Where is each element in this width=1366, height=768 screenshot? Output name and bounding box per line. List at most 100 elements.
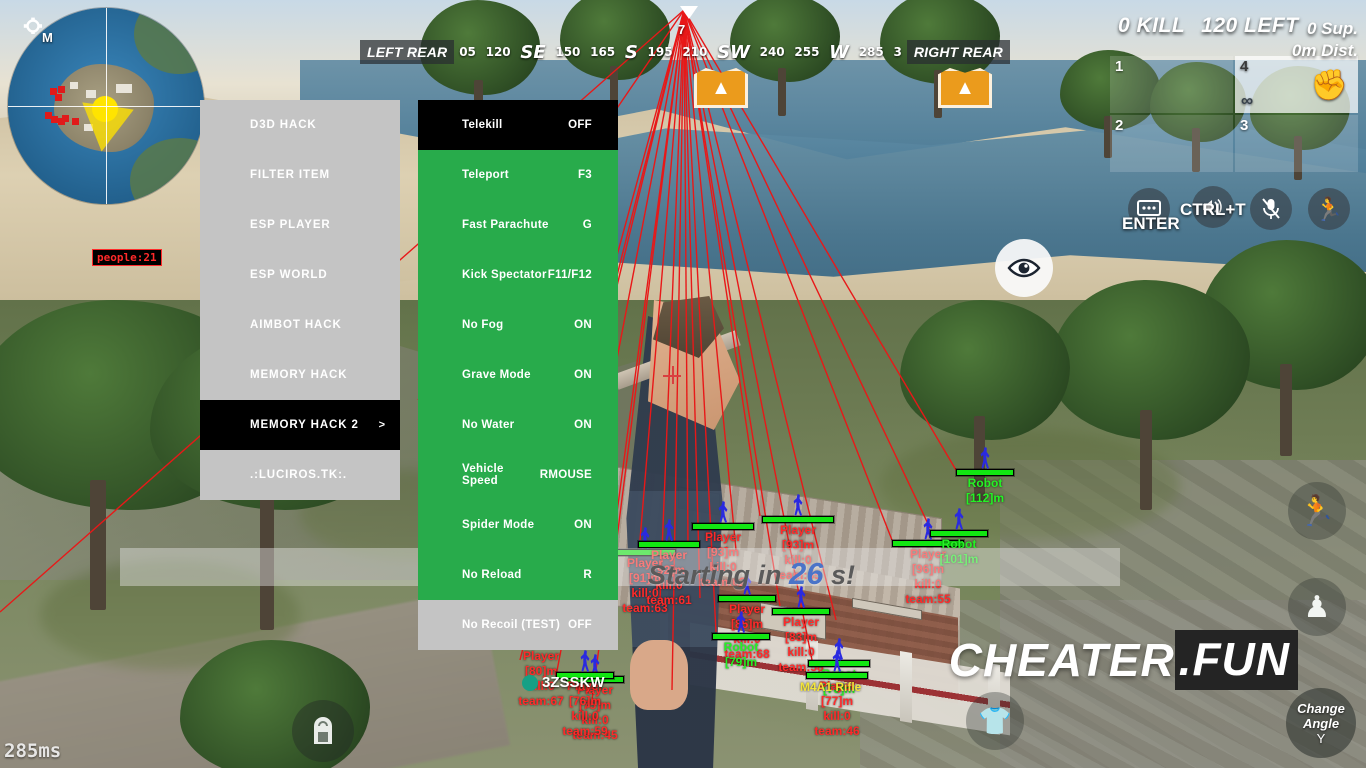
option-value: ON — [574, 419, 592, 431]
inventory-slot-3[interactable]: 3 — [1235, 115, 1358, 172]
compass-tick-se: SE — [520, 41, 546, 63]
menu-item-label: FILTER ITEM — [250, 169, 330, 181]
compass-tick-255: 255 — [794, 45, 820, 59]
option-label: Vehicle Speed — [462, 463, 504, 487]
option-vehicle-speed[interactable]: Vehicle Speed RMOUSE — [418, 450, 618, 500]
backpack-button[interactable] — [292, 700, 354, 762]
esp-target-team: team:61 — [646, 593, 692, 607]
menu-item-d3d-hack[interactable]: D3D HACK — [200, 100, 400, 150]
menu-item-label: MEMORY HACK — [250, 369, 348, 381]
option-value: R — [583, 569, 592, 581]
esp-health-bar — [930, 530, 988, 537]
menu-item-filter-item[interactable]: FILTER ITEM — [200, 150, 400, 200]
option-grave-mode[interactable]: Grave Mode ON — [418, 350, 618, 400]
mic-muted-icon — [1262, 198, 1280, 219]
chat-button-label: ENTER — [1122, 214, 1180, 233]
inventory-slot-2[interactable]: 2 — [1110, 115, 1233, 172]
esp-target-name: Player — [728, 602, 766, 616]
backpack-icon — [314, 717, 332, 744]
esp-target-distance: [77]m — [820, 694, 853, 708]
esp-target-distance: [112]m — [965, 491, 1005, 505]
menu-item-label: D3D HACK — [250, 119, 317, 131]
minimap-enemy-dot — [45, 112, 52, 119]
option-value: ON — [574, 369, 592, 381]
option-value: ON — [574, 319, 592, 331]
option-teleport[interactable]: Teleport F3 — [418, 150, 618, 200]
esp-health-bar — [806, 672, 868, 679]
crouch-action-button[interactable]: ♟ — [1288, 578, 1346, 636]
esp-target-kills: kill:0 — [571, 709, 599, 723]
compass-tick-sw: SW — [717, 41, 750, 63]
menu-item-aimbot-hack[interactable]: AIMBOT HACK — [200, 300, 400, 350]
chevron-right-icon: > — [378, 419, 386, 431]
option-spider-mode[interactable]: Spider Mode ON — [418, 500, 618, 550]
minimap-enemy-dot — [58, 86, 65, 93]
inventory-slot-4[interactable]: 4 ✊ ∞ — [1235, 56, 1358, 113]
menu-item-label: MEMORY HACK 2 — [250, 419, 359, 431]
airdrop-icon-right[interactable]: ▲ — [938, 68, 992, 108]
hack-menu-categories[interactable]: D3D HACK FILTER ITEM ESP PLAYER ESP WORLD AI… — [200, 100, 400, 500]
compass-pin-label: 7 — [678, 22, 686, 37]
option-label: Kick Spectator — [462, 269, 547, 281]
compass-tick-285: 285 — [858, 45, 884, 59]
jump-action-button[interactable]: 🏃 — [1288, 482, 1346, 540]
change-angle-button[interactable]: Change Angle Y — [1286, 688, 1356, 758]
esp-target-kills: kill:0 — [787, 645, 815, 659]
option-telekill[interactable]: Telekill OFF — [418, 100, 618, 150]
menu-item-label: .:LUCIROS.TK:. — [250, 469, 347, 481]
fence-post — [900, 651, 912, 723]
menu-item-luciros-tk[interactable]: .:LUCIROS.TK:. — [200, 450, 400, 500]
player-head — [630, 640, 688, 710]
mute-mic-button[interactable] — [1250, 188, 1292, 230]
menu-item-label: AIMBOT HACK — [250, 319, 342, 331]
compass-marker-icon — [680, 6, 698, 19]
option-fast-parachute[interactable]: Fast Parachute G — [418, 200, 618, 250]
inventory-grid[interactable]: 1 4 ✊ ∞ 2 3 — [1110, 56, 1358, 172]
slot-number: 2 — [1115, 117, 1124, 134]
compass-tick-150: 150 — [555, 45, 581, 59]
option-label: No Recoil (TEST) — [462, 619, 561, 631]
esp-target-name: Player — [522, 649, 560, 663]
compass-tick-05: 05 — [459, 45, 476, 59]
esp-target-name: Robot — [967, 476, 1003, 490]
inventory-slot-1[interactable]: 1 — [1110, 56, 1233, 113]
option-no-fog[interactable]: No Fog ON — [418, 300, 618, 350]
option-label: No Fog — [462, 319, 504, 331]
people-counter-badge: people:21 — [92, 249, 162, 266]
esp-target-robot: Robot [79]m — [712, 611, 770, 670]
prone-action-button[interactable]: 👕 — [966, 692, 1024, 750]
esp-target-name: Robot — [723, 640, 759, 654]
eye-icon — [1007, 258, 1041, 278]
status-suffix: s! — [831, 560, 856, 590]
esp-health-bar — [772, 608, 830, 615]
slot-number: 1 — [1115, 58, 1124, 75]
menu-item-memory-hack-2[interactable]: MEMORY HACK 2 > — [200, 400, 400, 450]
compass-tick-210: 210 — [682, 45, 708, 59]
esp-target-team: team:46 — [814, 724, 860, 738]
watermark-text-left: CHEATER — [948, 634, 1175, 686]
flare-icon: ▲ — [955, 76, 975, 99]
option-label: Telekill — [462, 119, 503, 131]
spectate-toggle-button[interactable] — [995, 239, 1053, 297]
option-no-reload[interactable]: No Reload R — [418, 550, 618, 600]
hack-menu-options[interactable]: Telekill OFF Teleport F3 Fast Parachute G Kick… — [418, 100, 618, 650]
compass-tick-3: 3 — [893, 45, 902, 59]
esp-item-name: M4A1 Rifle — [800, 680, 862, 694]
esp-target-name: Player — [779, 523, 817, 537]
voice-button-label: CTRL+T — [1180, 200, 1246, 219]
change-angle-line1: Change — [1297, 700, 1345, 716]
option-no-water[interactable]: No Water ON — [418, 400, 618, 450]
compass-right-label: RIGHT REAR — [906, 40, 1010, 64]
compass-tick-w: W — [829, 41, 849, 63]
esp-target-kills: kill:0 — [823, 709, 851, 723]
airdrop-icon-left[interactable]: ▲ — [694, 68, 748, 108]
option-kick-spectator[interactable]: Kick Spectator F11/F12 — [418, 250, 618, 300]
map-expand-button[interactable]: M — [22, 16, 53, 45]
menu-item-esp-player[interactable]: ESP PLAYER — [200, 200, 400, 250]
slot-number: 3 — [1240, 117, 1249, 134]
sprint-button[interactable]: 🏃 — [1308, 188, 1350, 230]
option-no-recoil-test[interactable]: No Recoil (TEST) OFF — [418, 600, 618, 650]
menu-item-memory-hack[interactable]: MEMORY HACK — [200, 350, 400, 400]
menu-item-esp-world[interactable]: ESP WORLD — [200, 250, 400, 300]
minimap-building — [86, 90, 96, 98]
